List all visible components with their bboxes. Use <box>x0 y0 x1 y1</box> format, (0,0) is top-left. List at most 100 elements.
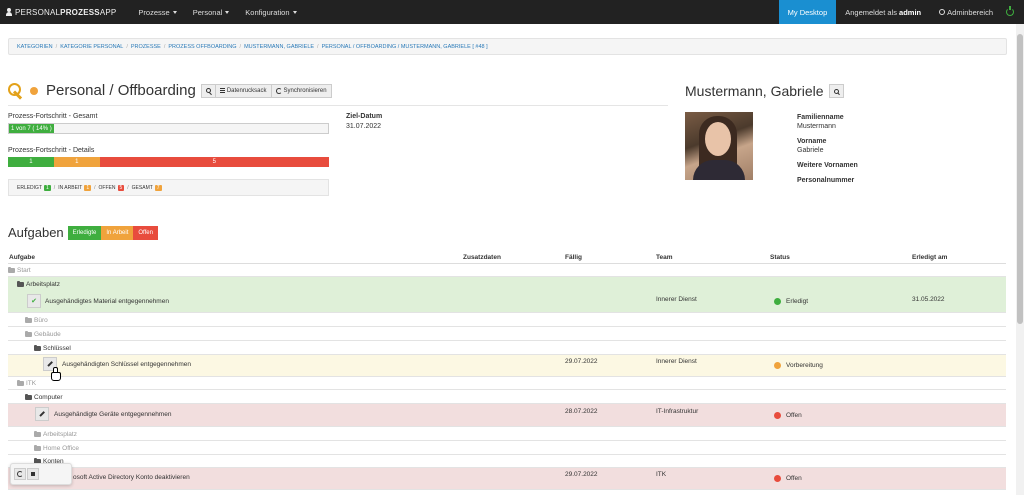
task-due-date: 29.07.2022 <box>565 358 598 365</box>
col-zusatzdaten[interactable]: Zusatzdaten <box>463 254 501 261</box>
legend-done-badge: 1 <box>44 184 51 191</box>
task-name[interactable]: Ausgehändigte Geräte entgegennehmen <box>54 411 171 418</box>
legend-in-progress-badge: 1 <box>84 184 92 191</box>
col-team[interactable]: Team <box>656 254 673 261</box>
breadcrumb-item[interactable]: PERSONAL / OFFBOARDING / MUSTERMANN, GAB… <box>322 44 488 50</box>
status-dot-icon <box>774 362 781 369</box>
task-team: Innerer Dienst <box>656 296 697 303</box>
pencil-icon <box>39 411 45 417</box>
refresh-button[interactable] <box>14 468 26 480</box>
task-status-label: Offen <box>786 475 802 483</box>
familienname-value: Mustermann <box>797 123 836 130</box>
task-done-button[interactable]: ✔ <box>27 294 41 308</box>
progress-segment-in-progress: 1 <box>53 157 100 167</box>
refresh-icon <box>17 471 23 477</box>
task-due-date: 29.07.2022 <box>565 471 598 478</box>
power-icon[interactable] <box>1006 6 1014 16</box>
employee-photo <box>685 112 753 180</box>
col-erledigt-am[interactable]: Erledigt am <box>912 254 947 261</box>
task-status: Offen <box>774 475 802 482</box>
task-due-date: 28.07.2022 <box>565 408 598 415</box>
breadcrumb: KATEGORIEN / KATEGORIE PERSONAL / PROZESSE… <box>8 38 1007 55</box>
search-icon <box>205 88 211 93</box>
tree-node-label: Arbeitsplatz <box>26 281 60 288</box>
task-name[interactable]: osoft Active Directory Konto deaktiviere… <box>73 474 190 481</box>
tree-node-label: Home Office <box>43 445 80 452</box>
page-title: Personal / Offboarding <box>46 82 196 99</box>
top-navbar: PERSONAL PROZESS APP Prozesse Personal Kon… <box>0 0 1024 24</box>
employee-search-button[interactable] <box>828 84 844 98</box>
admin-area-label: Adminbereich <box>947 7 993 17</box>
filter-open-button[interactable]: Offen <box>133 225 158 240</box>
person-icon <box>6 8 12 16</box>
breadcrumb-item[interactable]: KATEGORIEN <box>17 44 53 50</box>
tree-node-computer[interactable]: Computer <box>25 393 63 401</box>
table-row <box>8 455 1006 468</box>
status-dot-icon <box>774 412 781 419</box>
progress-total-label: Prozess-Fortschritt - Gesamt <box>8 113 98 120</box>
legend-in-progress-label: IN ARBEIT <box>58 184 83 191</box>
col-status[interactable]: Status <box>770 254 790 261</box>
task-name[interactable]: Ausgehändigten Schlüssel entgegennehmen <box>62 361 191 368</box>
tree-node-itk[interactable]: ITK <box>17 379 36 387</box>
folder-open-icon <box>34 344 41 351</box>
tree-node-schluessel[interactable]: Schlüssel <box>34 344 71 352</box>
progress-detail-bar: 1 1 5 <box>8 157 329 167</box>
data-backpack-button[interactable]: Datenrucksack <box>215 83 272 98</box>
tree-node-arbeitsplatz[interactable]: Arbeitsplatz <box>17 280 60 288</box>
tree-node-buero[interactable]: Büro <box>25 316 48 324</box>
tree-node-home-office[interactable]: Home Office <box>34 444 80 452</box>
table-row <box>8 427 1006 441</box>
search-button[interactable] <box>200 83 216 98</box>
admin-area-link[interactable]: Adminbereich <box>930 8 1002 17</box>
task-status-label: Vorbereitung <box>786 362 823 370</box>
tree-node-start[interactable]: Start <box>8 266 31 274</box>
tree-node-gebaeude[interactable]: Gebäude <box>25 330 61 338</box>
familienname-label: Familienname <box>797 114 844 121</box>
brand-logo[interactable]: PERSONAL PROZESS APP <box>0 8 116 17</box>
stop-button[interactable] <box>27 468 39 480</box>
breadcrumb-item[interactable]: MUSTERMANN, GABRIELE <box>244 44 314 50</box>
task-edit-button[interactable] <box>35 407 49 421</box>
vorname-label: Vorname <box>797 138 827 145</box>
my-desktop-button[interactable]: My Desktop <box>778 0 837 24</box>
breadcrumb-item[interactable]: PROZESS OFFBOARDING <box>168 44 236 50</box>
menu-konfiguration[interactable]: Konfiguration <box>237 8 304 17</box>
tree-node-arbeitsplatz-2[interactable]: Arbeitsplatz <box>34 430 77 438</box>
tree-node-label: Computer <box>34 394 63 401</box>
task-team: IT-Infrastruktur <box>656 408 699 415</box>
hand-cursor-icon <box>51 367 61 381</box>
breadcrumb-item[interactable]: KATEGORIE PERSONAL <box>60 44 123 50</box>
folder-icon <box>25 316 32 323</box>
folder-icon <box>8 266 15 273</box>
employee-name-header: Mustermann, Gabriele <box>685 83 844 99</box>
list-icon <box>219 88 225 93</box>
col-faellig[interactable]: Fällig <box>565 254 582 261</box>
tasks-title: Aufgaben <box>8 225 64 240</box>
task-name[interactable]: Ausgehändigtes Material entgegennehmen <box>45 298 169 305</box>
tree-node-label: Gebäude <box>34 331 61 338</box>
page-scrollbar[interactable] <box>1016 24 1024 495</box>
menu-personal-label: Personal <box>192 7 223 17</box>
vorname-value: Gabriele <box>797 147 824 154</box>
menu-personal[interactable]: Personal <box>185 8 238 17</box>
progress-total-bar: 1 von 7 ( 14% ) <box>8 123 329 134</box>
table-row <box>8 377 1006 390</box>
caret-down-icon <box>292 10 297 14</box>
personalnummer-label: Personalnummer <box>797 177 855 184</box>
scrollbar-thumb[interactable] <box>1017 34 1023 324</box>
menu-prozesse[interactable]: Prozesse <box>130 8 184 17</box>
logged-in-info[interactable]: Angemeldet als admin <box>836 8 930 17</box>
task-done-date: 31.05.2022 <box>912 296 945 303</box>
target-date-value: 31.07.2022 <box>346 123 382 130</box>
legend-total-label: GESAMT <box>131 184 153 191</box>
table-row <box>8 264 1006 277</box>
breadcrumb-item[interactable]: PROZESSE <box>131 44 161 50</box>
col-aufgabe[interactable]: Aufgabe <box>9 254 35 261</box>
floating-toolbar <box>10 463 72 485</box>
synchronize-button[interactable]: Synchronisieren <box>271 83 332 98</box>
filter-in-progress-button[interactable]: In Arbeit <box>101 225 134 240</box>
tree-node-label: Start <box>17 267 31 274</box>
filter-done-button[interactable]: Erledigte <box>67 225 102 240</box>
legend-open-badge: 5 <box>117 184 125 191</box>
